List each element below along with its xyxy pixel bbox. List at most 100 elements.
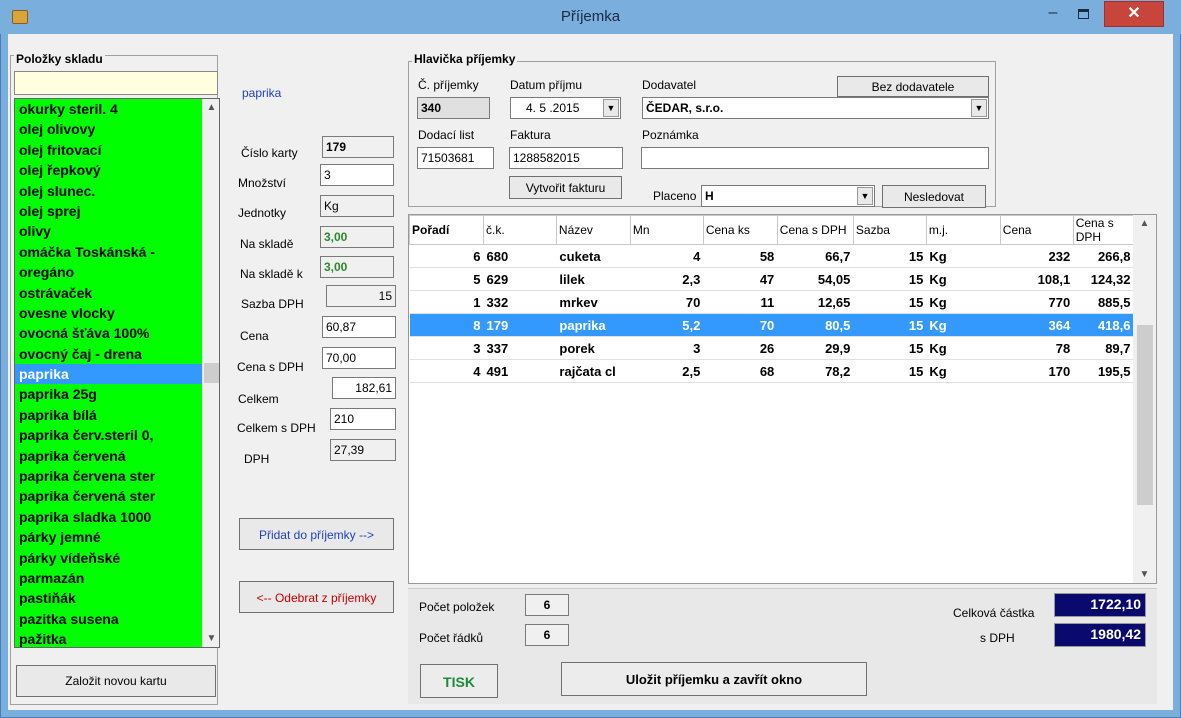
list-item[interactable]: paprika sladka 1000	[15, 507, 203, 527]
list-item[interactable]: paprika červená ster	[15, 486, 203, 506]
title-bar: Příjemka – ✕	[0, 0, 1181, 34]
new-card-button[interactable]: Založit novou kartu	[16, 665, 216, 697]
date-picker[interactable]: 4. 5 .2015 ▼	[510, 97, 621, 119]
receipt-items-table[interactable]: Pořadí č.k. Název Mn Cena ks Cena s DPH Sazba m…	[408, 214, 1157, 584]
invoice-input[interactable]: 1288582015	[509, 147, 623, 169]
list-scroll-thumb[interactable]	[204, 363, 219, 383]
paid-select[interactable]: H ▼	[701, 185, 875, 207]
receipt-header-title: Hlavička příjemky	[412, 52, 518, 66]
column-header[interactable]: č.k.	[482, 215, 557, 245]
note-input[interactable]	[641, 147, 989, 169]
list-item[interactable]: párky vídeňské	[15, 548, 203, 568]
scroll-up-icon[interactable]: ▲	[203, 99, 219, 116]
list-item[interactable]: pažitka	[15, 629, 203, 647]
column-header[interactable]: Cena s DPH	[776, 215, 854, 245]
no-supplier-button[interactable]: Bez dodavatele	[837, 76, 989, 97]
table-row[interactable]: 6 680 cuketa 4 58 66,7 15 Kg 232 266,8	[409, 244, 1134, 268]
table-row[interactable]: 8 179 paprika 5,2 70 80,5 15 Kg 364 418,6	[409, 313, 1134, 337]
column-header[interactable]: Cena s DPH	[1072, 215, 1135, 245]
list-item[interactable]: paprika červena ster	[15, 466, 203, 486]
column-header[interactable]: Sazba	[852, 215, 927, 245]
maximize-button[interactable]	[1069, 4, 1099, 26]
scroll-up-icon[interactable]: ▲	[1133, 215, 1156, 232]
chevron-down-icon[interactable]: ▼	[603, 99, 619, 117]
items-grid: Pořadí č.k. Název Mn Cena ks Cena s DPH Sazba m…	[409, 215, 1135, 383]
table-scroll-thumb[interactable]	[1137, 325, 1153, 505]
table-cell: 70	[630, 290, 704, 314]
table-row[interactable]: 3 337 porek 3 26 29,9 15 Kg 78 89,7	[409, 336, 1134, 360]
scroll-down-icon[interactable]: ▼	[1133, 566, 1156, 583]
chevron-down-icon[interactable]: ▼	[971, 99, 987, 117]
list-item[interactable]: pazitka susena	[15, 609, 203, 629]
delivery-input[interactable]: 71503681	[417, 147, 494, 169]
list-item[interactable]: ovocná šťáva 100%	[15, 323, 203, 343]
table-cell: porek	[556, 336, 631, 360]
list-item[interactable]: olej olivovy	[15, 119, 203, 139]
scroll-down-icon[interactable]: ▼	[203, 630, 219, 647]
item-count-field: 6	[525, 594, 569, 616]
chevron-down-icon[interactable]: ▼	[857, 187, 873, 205]
list-item[interactable]: paprika červ.steril 0,	[15, 425, 203, 445]
remove-from-receipt-button[interactable]: <-- Odebrat z příjemky	[239, 581, 394, 613]
list-item[interactable]: olej sprej	[15, 201, 203, 221]
table-row[interactable]: 1 332 mrkev 70 11 12,65 15 Kg 770 885,5	[409, 290, 1134, 314]
list-scrollbar[interactable]: ▲ ▼	[202, 99, 219, 647]
print-button[interactable]: TISK	[420, 664, 498, 698]
table-scrollbar[interactable]: ▲ ▼	[1133, 215, 1156, 583]
column-header[interactable]: Pořadí	[409, 215, 484, 245]
table-row[interactable]: 4 491 rajčata cl 2,5 68 78,2 15 Kg 170 195,5	[409, 359, 1134, 383]
price-vat-input[interactable]: 70,00	[322, 347, 396, 369]
table-cell: 15	[853, 244, 927, 268]
minimize-button[interactable]: –	[1039, 4, 1067, 26]
column-header[interactable]: Cena ks	[702, 215, 778, 245]
table-row[interactable]: 5 629 lilek 2,3 47 54,05 15 Kg 108,1 124,32	[409, 267, 1134, 291]
maximize-icon	[1078, 9, 1089, 19]
total-vat-amount-field: 1980,42	[1054, 623, 1146, 647]
add-to-receipt-button[interactable]: Přidat do příjemky -->	[239, 518, 394, 550]
total-amount-label: Celková částka	[953, 606, 1035, 620]
not-follow-button[interactable]: Nesledovat	[882, 185, 986, 208]
column-header[interactable]: Název	[555, 215, 631, 245]
save-and-close-button[interactable]: Uložit příjemku a zavřít okno	[561, 662, 867, 696]
list-item[interactable]: paprika bílá	[15, 405, 203, 425]
list-item[interactable]: okurky steril. 4	[15, 99, 203, 119]
table-cell: paprika	[556, 313, 631, 337]
list-item[interactable]: parmazán	[15, 568, 203, 588]
total-field[interactable]: 182,61	[332, 377, 396, 399]
list-item[interactable]: olej slunec.	[15, 181, 203, 201]
list-item[interactable]: omáčka Toskánská -	[15, 242, 203, 262]
table-cell: 266,8	[1073, 244, 1134, 268]
table-cell: mrkev	[556, 290, 631, 314]
item-search-input[interactable]	[14, 71, 218, 95]
column-header[interactable]: Cena	[999, 215, 1074, 245]
list-item[interactable]: ovocný čaj - drena	[15, 344, 203, 364]
list-item[interactable]: oregáno	[15, 262, 203, 282]
table-cell: 195,5	[1073, 359, 1134, 383]
list-item[interactable]: olej fritovací	[15, 140, 203, 160]
close-button[interactable]: ✕	[1104, 1, 1164, 27]
stock-items-list[interactable]: okurky steril. 4 olej olivovy olej fritova…	[14, 98, 220, 648]
price-vat-label: Cena s DPH	[237, 360, 304, 374]
list-item[interactable]: paprika 25g	[15, 384, 203, 404]
column-header[interactable]: m.j.	[925, 215, 1001, 245]
price-input[interactable]: 60,87	[322, 316, 396, 338]
list-item[interactable]: olej řepkový	[15, 160, 203, 180]
column-header[interactable]: Mn	[629, 215, 704, 245]
table-body: 6 680 cuketa 4 58 66,7 15 Kg 232 266,8 5 629 lilek 2,…	[409, 244, 1134, 383]
list-item[interactable]: olivy	[15, 221, 203, 241]
total-vat-label: Celkem s DPH	[237, 421, 316, 435]
list-item[interactable]: paprika červená	[15, 446, 203, 466]
table-cell: 47	[703, 267, 778, 291]
table-cell: Kg	[926, 267, 1001, 291]
list-item[interactable]: ovesne vlocky	[15, 303, 203, 323]
list-item[interactable]: párky jemné	[15, 527, 203, 547]
card-no-field: 179	[322, 136, 394, 158]
stock-k-field: 3,00	[320, 256, 394, 278]
list-item[interactable]: ostrávaček	[15, 283, 203, 303]
qty-input[interactable]: 3	[320, 164, 394, 186]
supplier-select[interactable]: ČEDAR, s.r.o. ▼	[642, 97, 989, 119]
list-item[interactable]: paprika	[15, 364, 203, 385]
total-vat-input[interactable]: 210	[330, 408, 396, 430]
list-item[interactable]: pastiňák	[15, 588, 203, 608]
create-invoice-button[interactable]: Vytvořit fakturu	[509, 176, 622, 199]
